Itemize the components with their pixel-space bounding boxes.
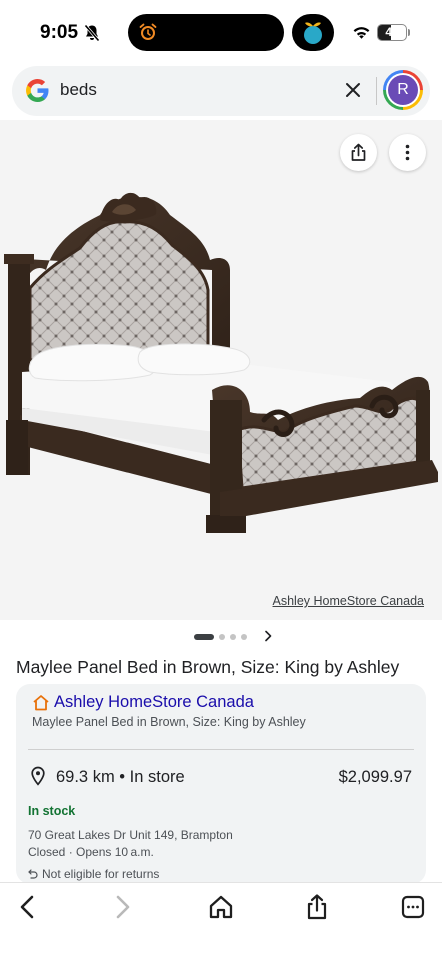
product-title[interactable]: Maylee Panel Bed in Brown, Size: King by… [16, 657, 399, 678]
app-icon [304, 22, 322, 44]
status-bar: 9:05 46 [0, 0, 442, 62]
store-name-link[interactable]: Ashley HomeStore Canada [54, 693, 254, 712]
pager-dot[interactable] [194, 634, 214, 640]
stock-status: In stock [28, 804, 76, 818]
home-icon [209, 895, 233, 919]
returns-policy: Not eligible for returns [28, 867, 159, 881]
pager-dot[interactable] [230, 634, 236, 640]
status-time: 9:05 [40, 22, 79, 43]
browser-toolbar [0, 882, 442, 960]
location-pin-icon [31, 766, 45, 786]
search-input[interactable]: beds [60, 80, 97, 100]
avatar[interactable]: R [383, 70, 423, 110]
store-address: 70 Great Lakes Dr Unit 149, Brampton [28, 828, 233, 842]
image-share-button[interactable] [340, 134, 377, 171]
card-divider [28, 749, 414, 750]
clear-icon[interactable] [344, 81, 362, 99]
pager-dot[interactable] [219, 634, 225, 640]
back-icon [20, 895, 34, 919]
offer-subtitle: Maylee Panel Bed in Brown, Size: King by… [32, 715, 306, 729]
forward-icon [116, 895, 130, 919]
store-distance: 69.3 km • In store [56, 768, 185, 786]
offer-price: $2,099.97 [338, 768, 412, 786]
tabs-icon [401, 895, 425, 919]
search-divider [376, 77, 377, 105]
wifi-icon [353, 27, 370, 39]
store-icon [33, 695, 49, 711]
search-bar[interactable]: beds R [12, 66, 430, 116]
back-button[interactable] [14, 893, 42, 921]
share-icon [307, 894, 327, 920]
chevron-right-icon[interactable] [262, 629, 274, 643]
image-source-link[interactable]: Ashley HomeStore Canada [273, 594, 424, 608]
image-more-button[interactable] [389, 134, 426, 171]
store-hours: Closed · Opens 10 a.m. [28, 845, 154, 859]
product-image[interactable] [0, 120, 442, 620]
dynamic-island [128, 14, 284, 51]
returns-text: Not eligible for returns [42, 867, 160, 881]
tabs-button[interactable] [399, 893, 427, 921]
battery-level: 46 [385, 25, 399, 39]
more-vert-icon [405, 144, 410, 161]
bell-off-icon [84, 24, 100, 42]
battery-icon: 46 [377, 24, 407, 41]
return-arrow-icon [28, 869, 38, 879]
share-icon [351, 143, 366, 161]
share-button[interactable] [303, 893, 331, 921]
product-image-area[interactable]: Ashley HomeStore Canada [0, 120, 442, 620]
pager-dot[interactable] [241, 634, 247, 640]
alarm-icon [139, 23, 157, 40]
home-button[interactable] [207, 893, 235, 921]
offer-card[interactable]: Ashley HomeStore Canada Maylee Panel Bed… [16, 684, 426, 884]
avatar-letter: R [388, 75, 418, 105]
forward-button[interactable] [108, 893, 136, 921]
app-activity [292, 14, 334, 51]
google-logo [26, 79, 49, 102]
battery-tip [408, 29, 410, 36]
